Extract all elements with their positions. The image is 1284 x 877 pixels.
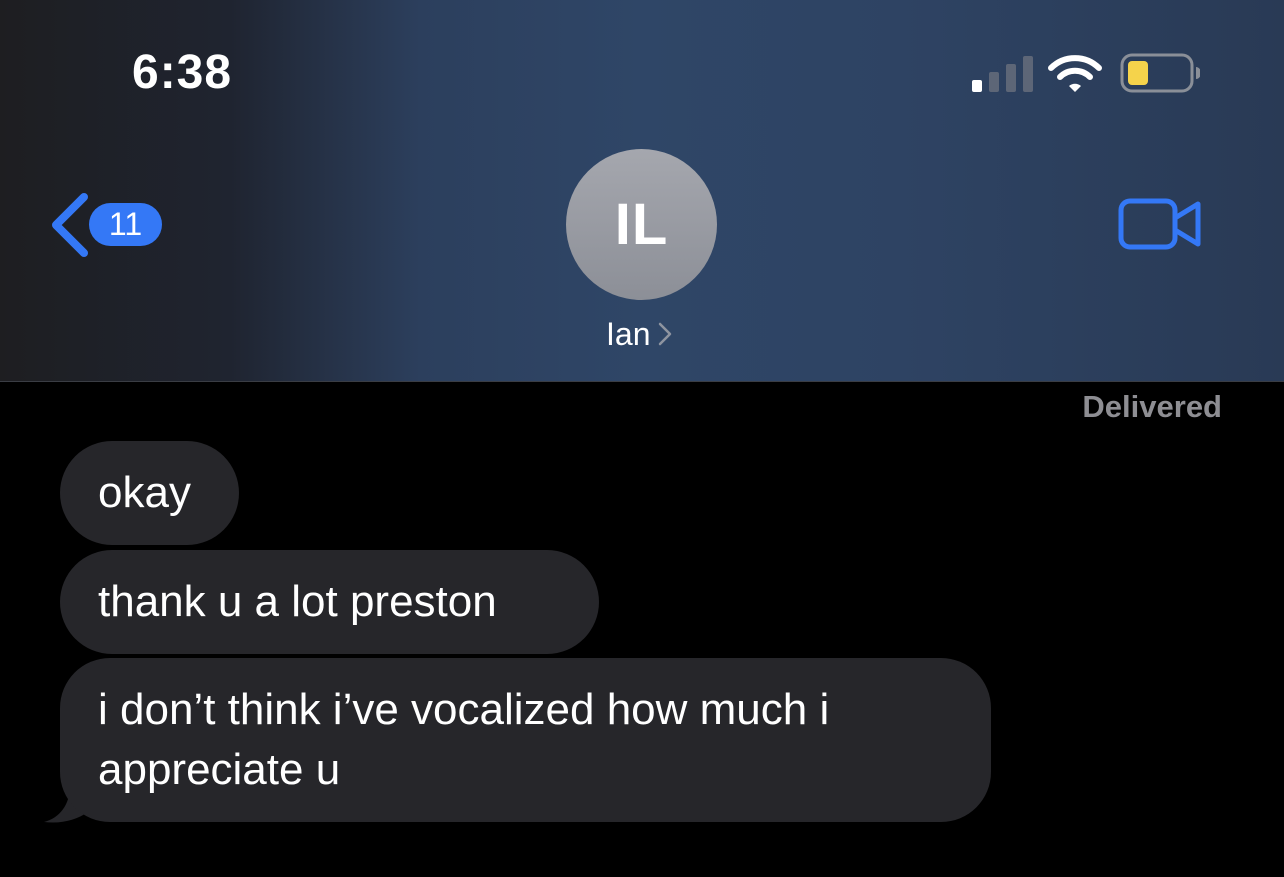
unread-count-badge: 11: [89, 203, 162, 246]
message-bubble[interactable]: okay: [60, 441, 239, 545]
messages-screen: 6:38 11 IL Ian Delivered okay thank u a …: [0, 0, 1284, 877]
message-bubble[interactable]: thank u a lot preston: [60, 550, 599, 654]
message-bubble[interactable]: i don’t think i’ve vocalized how much i …: [60, 658, 991, 822]
status-time: 6:38: [132, 46, 233, 99]
battery-low-icon: [1120, 53, 1200, 93]
back-button[interactable]: 11: [46, 192, 166, 260]
video-camera-icon[interactable]: [1118, 198, 1202, 250]
cellular-signal-icon: [972, 56, 1033, 92]
message-text: thank u a lot preston: [98, 577, 497, 626]
contact-name-button[interactable]: Ian: [606, 314, 672, 354]
delivered-status: Delivered: [1082, 389, 1222, 424]
message-text: okay: [98, 468, 191, 517]
message-text-line: i don’t think i’ve vocalized how much i: [98, 685, 830, 734]
conversation-header: 6:38 11 IL Ian: [0, 0, 1284, 382]
contact-name: Ian: [606, 316, 651, 352]
wifi-icon: [1048, 55, 1102, 92]
chevron-left-icon: [52, 193, 88, 257]
contact-avatar[interactable]: IL: [566, 149, 717, 300]
message-text-line: appreciate u: [98, 745, 341, 794]
chevron-right-icon: [659, 322, 672, 346]
